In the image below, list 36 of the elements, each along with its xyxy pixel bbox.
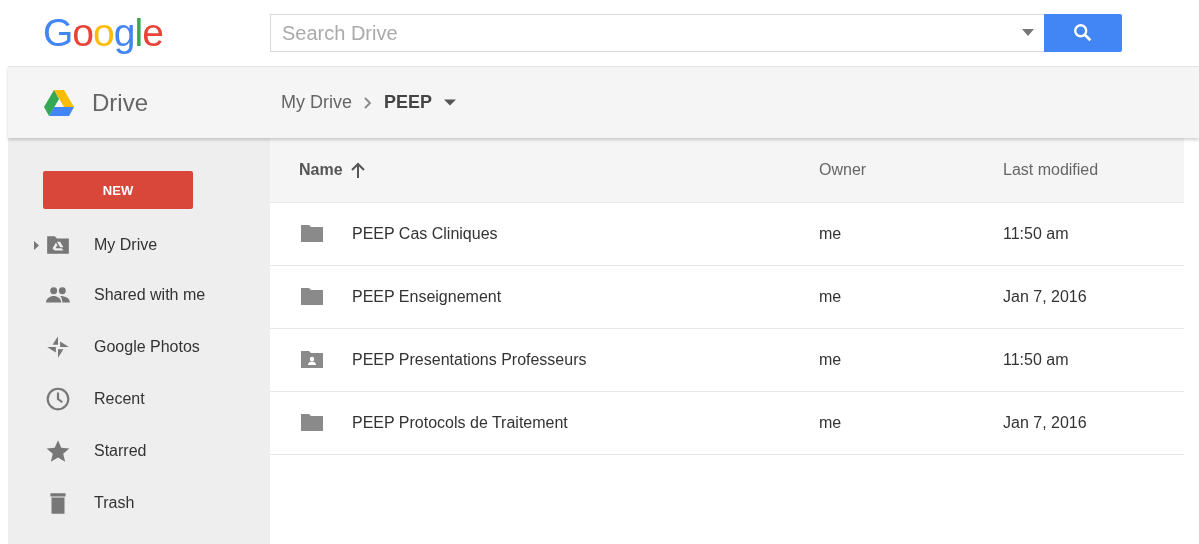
sidebar-item[interactable]: Trash bbox=[94, 494, 135, 512]
sidebar-item[interactable]: Starred bbox=[94, 442, 147, 460]
table-cell: Jan 7, 2016 bbox=[1003, 414, 1087, 431]
dropdown-caret-icon bbox=[444, 99, 457, 106]
new-button[interactable]: NEW bbox=[43, 171, 193, 209]
column-header[interactable]: Owner bbox=[819, 161, 867, 178]
table-cell: me bbox=[819, 414, 842, 431]
file-name[interactable]: PEEP Protocols de Traitement bbox=[352, 414, 568, 432]
table-cell: 11:50 am bbox=[1003, 225, 1069, 242]
file-name[interactable]: PEEP Cas Cliniques bbox=[352, 225, 498, 243]
table-cell: me bbox=[819, 351, 842, 368]
table-cell: me bbox=[819, 225, 842, 242]
sidebar-item[interactable]: Recent bbox=[94, 390, 145, 408]
table-cell: 11:50 am bbox=[1003, 351, 1069, 368]
google-logo[interactable]: Google bbox=[43, 11, 163, 55]
search-icon bbox=[1072, 22, 1094, 44]
dropdown-caret-icon bbox=[1022, 29, 1034, 37]
app-title: Drive bbox=[92, 88, 149, 117]
sort-up-arrow-icon bbox=[350, 162, 365, 178]
current-folder-link[interactable]: PEEP bbox=[384, 92, 433, 113]
breadcrumb-link[interactable]: My Drive bbox=[281, 92, 352, 113]
pinwheel-icon bbox=[45, 334, 71, 360]
drive-logo-icon bbox=[43, 88, 75, 117]
table-cell: Jan 7, 2016 bbox=[1003, 288, 1087, 305]
clock-icon bbox=[45, 386, 71, 412]
sidebar-item[interactable]: Google Photos bbox=[94, 338, 200, 356]
chevron-right-icon bbox=[364, 96, 372, 109]
file-name[interactable]: PEEP Presentations Professeurs bbox=[352, 351, 587, 369]
column-header[interactable]: Name bbox=[299, 161, 343, 179]
sidebar-item[interactable]: Shared with me bbox=[94, 286, 206, 304]
search-button[interactable] bbox=[1044, 14, 1122, 52]
table-cell: me bbox=[819, 288, 842, 305]
file-name[interactable]: PEEP Enseignement bbox=[352, 288, 502, 306]
sidebar-item[interactable]: My Drive bbox=[94, 236, 158, 254]
star-icon bbox=[45, 438, 71, 464]
column-header[interactable]: Last modified bbox=[1003, 161, 1099, 178]
